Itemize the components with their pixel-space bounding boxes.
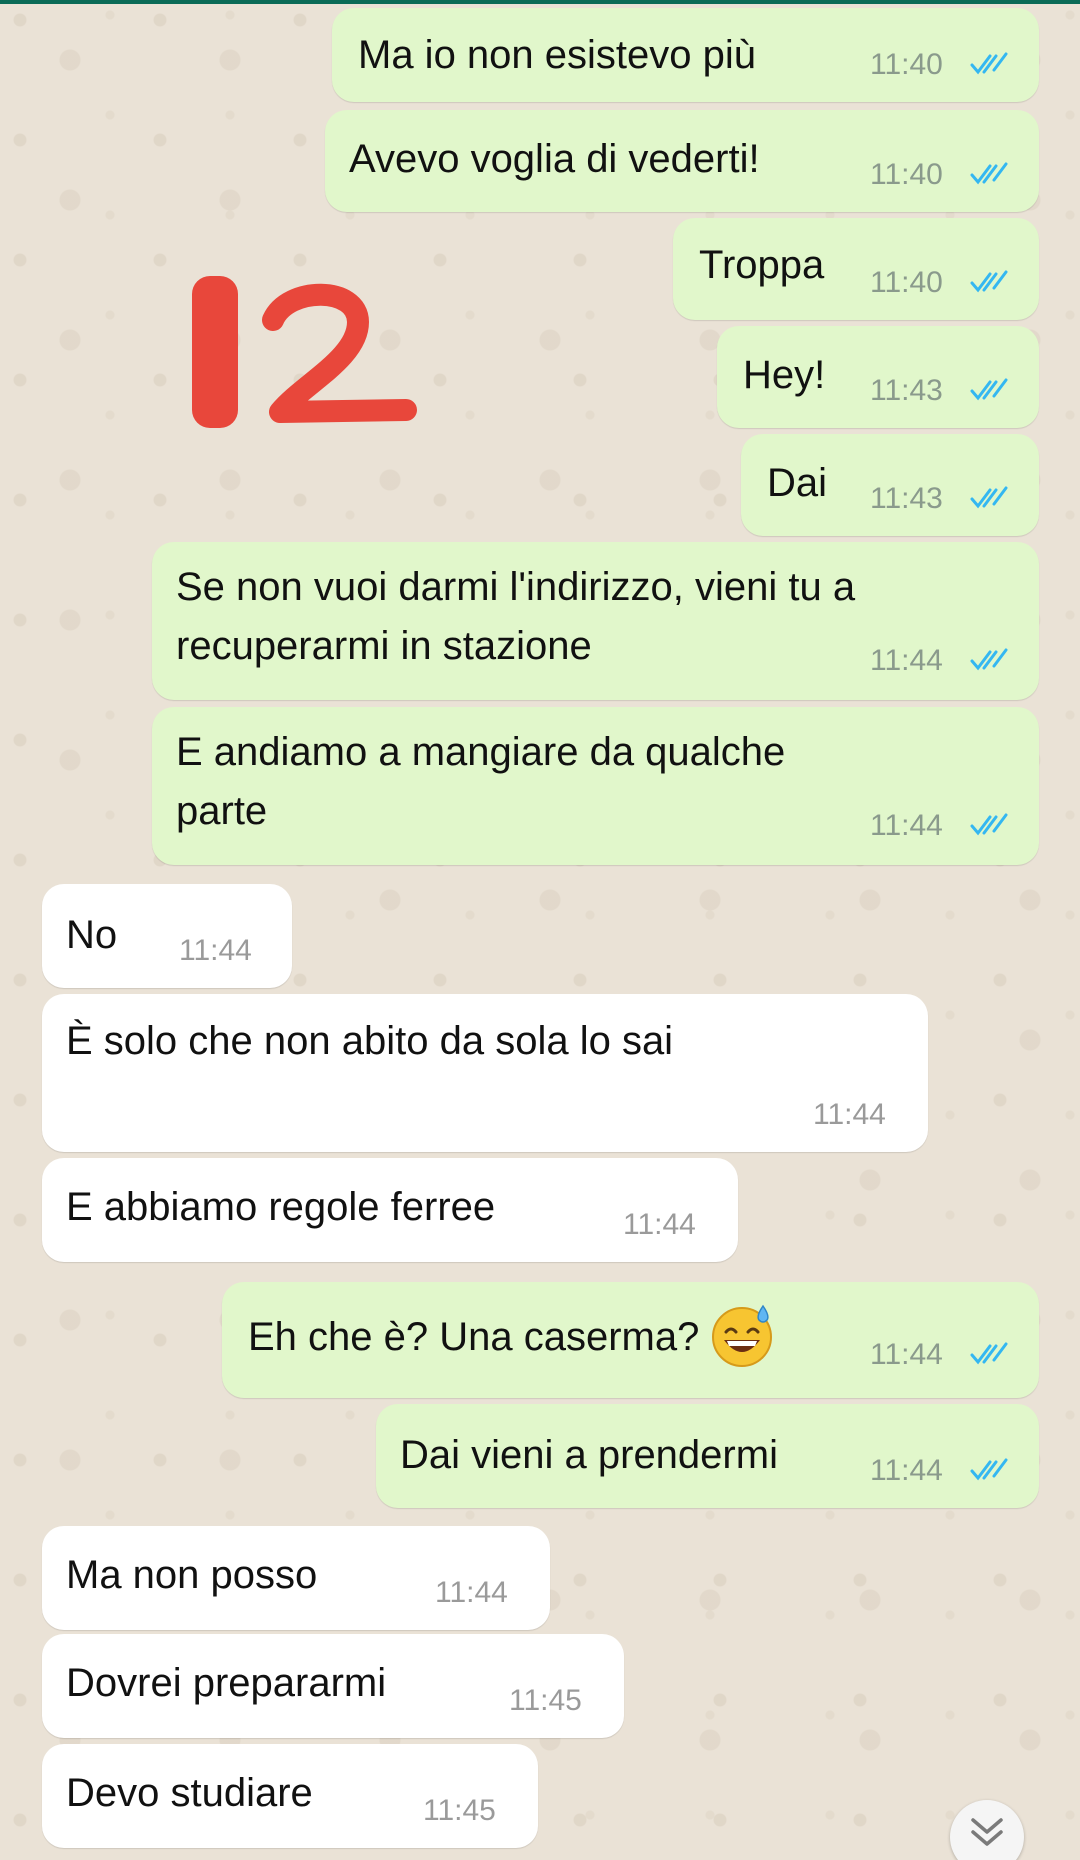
message-text-line: Se non vuoi darmi l'indirizzo, vieni tu …	[176, 565, 856, 609]
incoming-message[interactable]: Dovrei prepararmi 11:45	[42, 1634, 624, 1738]
outgoing-message[interactable]: Hey! 11:43	[717, 326, 1039, 428]
message-time: 11:44	[870, 1338, 943, 1371]
outgoing-message[interactable]: Troppa 11:40	[673, 218, 1039, 320]
handwritten-annotation-12	[192, 276, 417, 428]
message-text: No	[66, 913, 118, 957]
chat-background: Ma io non esistevo più 11:40 Avevo vogli…	[0, 0, 1080, 1860]
message-text: Dai vieni a prendermi	[400, 1433, 778, 1477]
double-check-icon	[970, 52, 1008, 75]
message-time: 11:45	[423, 1794, 496, 1827]
message-time: 11:44	[813, 1098, 886, 1131]
message-time: 11:43	[870, 482, 943, 515]
message-time: 11:43	[870, 374, 943, 407]
message-time: 11:40	[870, 158, 943, 191]
outgoing-message[interactable]: Dai vieni a prendermi 11:44	[376, 1404, 1039, 1508]
message-text: Dovrei prepararmi	[66, 1661, 387, 1705]
message-time: 11:45	[509, 1684, 582, 1717]
message-time: 11:40	[870, 48, 943, 81]
outgoing-message[interactable]: Se non vuoi darmi l'indirizzo, vieni tu …	[152, 542, 1039, 700]
double-check-icon	[970, 486, 1008, 509]
double-check-icon	[970, 1458, 1008, 1481]
outgoing-message[interactable]: Avevo voglia di vederti! 11:40	[325, 110, 1039, 212]
message-time: 11:40	[870, 266, 943, 299]
message-text: Troppa	[699, 243, 825, 287]
message-time: 11:44	[623, 1208, 696, 1241]
message-text-line: E andiamo a mangiare da qualche	[176, 730, 786, 774]
message-time: 11:44	[870, 644, 943, 677]
message-text: E abbiamo regole ferree	[66, 1185, 496, 1229]
message-text: Hey!	[743, 353, 826, 397]
message-time: 11:44	[870, 809, 943, 842]
message-text: Avevo voglia di vederti!	[349, 137, 760, 181]
outgoing-message[interactable]: E andiamo a mangiare da qualche parte 11…	[152, 707, 1039, 865]
double-check-icon	[970, 1342, 1008, 1365]
message-text: Devo studiare	[66, 1771, 313, 1815]
sweat-smile-emoji	[712, 1305, 773, 1368]
outgoing-message[interactable]: Dai 11:43	[741, 434, 1039, 536]
double-check-icon	[970, 648, 1008, 671]
outgoing-message[interactable]: Eh che è? Una caserma? 11:44	[222, 1282, 1039, 1398]
incoming-message[interactable]: No 11:44	[42, 884, 292, 988]
double-chevron-down-icon	[971, 1818, 1003, 1846]
double-check-icon	[970, 162, 1008, 185]
double-check-icon	[970, 813, 1008, 836]
scroll-to-bottom-button[interactable]	[950, 1800, 1024, 1860]
message-time: 11:44	[435, 1576, 508, 1609]
incoming-message[interactable]: Devo studiare 11:45	[42, 1744, 538, 1848]
outgoing-message[interactable]: Ma io non esistevo più 11:40	[332, 8, 1039, 102]
double-check-icon	[970, 378, 1008, 401]
message-text: Dai	[767, 461, 828, 505]
message-time: 11:44	[870, 1454, 943, 1487]
message-text-content: Eh che è? Una caserma?	[248, 1315, 700, 1359]
message-text: Ma io non esistevo più	[358, 33, 757, 77]
double-check-icon	[970, 270, 1008, 293]
incoming-message[interactable]: E abbiamo regole ferree 11:44	[42, 1158, 738, 1262]
incoming-message[interactable]: Ma non posso 11:44	[42, 1526, 550, 1630]
message-text-line: parte	[176, 789, 268, 833]
message-text: Eh che è? Una caserma?	[248, 1305, 775, 1368]
top-bar-edge	[0, 0, 1080, 4]
message-text: Ma non posso	[66, 1553, 318, 1597]
message-time: 11:44	[179, 934, 252, 967]
incoming-message[interactable]: È solo che non abito da sola lo sai 11:4…	[42, 994, 928, 1152]
message-text-line: recuperarmi in stazione	[176, 624, 592, 668]
message-text: È solo che non abito da sola lo sai	[66, 1019, 674, 1063]
